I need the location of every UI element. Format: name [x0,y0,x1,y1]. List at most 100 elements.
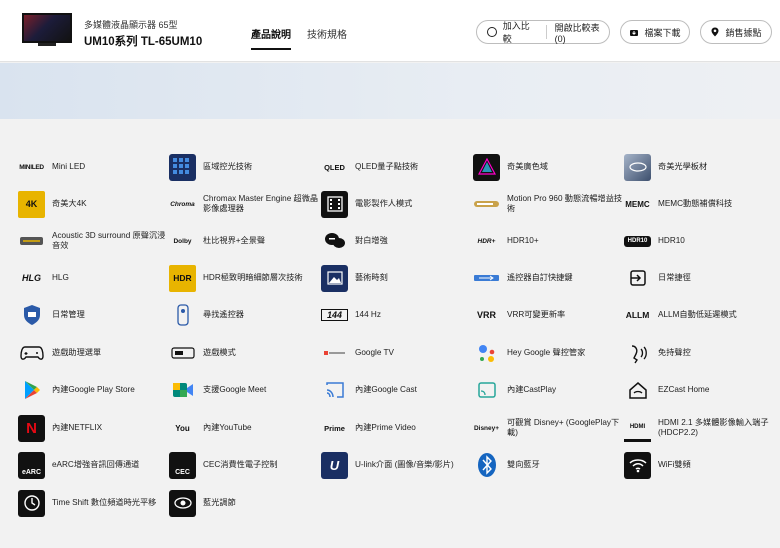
feature-item: 內建CastPlay [473,376,623,404]
feature-item: Motion Pro 960 動態流暢增益技術 [473,190,623,218]
local-dimming-icon [169,153,196,181]
netflix-icon: N [18,414,45,442]
feature-item: 日常捷徑 [624,264,774,292]
feature-label: QLED量子點技術 [355,161,419,171]
feature-label: Google TV [355,347,394,357]
feature-item: MINILED Mini LED [18,153,168,181]
wide-color-gamut-icon [473,153,500,181]
google-assistant-icon [473,340,500,367]
download-button[interactable]: 檔案下載 [620,20,690,44]
product-tabs: 產品說明 技術規格 [251,26,347,50]
feature-item: 免持聲控 [624,339,774,367]
compare-radio-icon[interactable] [487,27,497,37]
product-model: UM10系列 TL-65UM10 [84,36,203,48]
tv-shield-icon [18,302,45,329]
feature-item: 遊戲助理選單 [18,339,168,367]
allm-logo-icon: ALLM [625,310,650,320]
feature-item: Prime 內建Prime Video [321,414,471,442]
feature-item: 遙控器自訂快捷鍵 [473,264,623,292]
feature-label: 內建NETFLIX [52,422,103,432]
feature-label: 杜比視界+全景聲 [203,235,266,245]
qled-logo-icon: QLED [324,162,345,172]
google-meet-icon [169,377,196,404]
feature-label: EZCast Home [658,384,710,394]
feature-item: You 內建YouTube [169,414,319,442]
compare-control: 加入比較 開啟比較表(0) [476,20,610,44]
google-cast-icon [321,377,348,404]
feature-label: 支援Google Meet [203,384,267,394]
chromax-logo-icon: Chroma [170,200,195,208]
download-label: 檔案下載 [644,27,681,38]
feature-label: 藝術時刻 [355,272,388,282]
feature-label: 尋找遙控器 [203,309,244,319]
feature-label: 奇美廣色域 [507,161,548,171]
feature-item: Hey Google 聲控管家 [473,339,623,367]
feature-label: HDMI 2.1 多媒體影像輸入端子(HDCP2.2) [658,417,769,437]
feature-item: N 內建NETFLIX [18,414,168,442]
feature-label: 144 Hz [355,309,381,319]
feature-label: HLG [52,272,69,282]
feature-label: 內建Google Play Store [52,384,135,394]
disney-plus-logo-icon: Disney+ [473,424,500,432]
hdr10plus-logo-icon: HDR+ [477,237,496,245]
feature-label: 內建CastPlay [507,384,557,394]
feature-label: 日常捷徑 [658,272,691,282]
remote-shortcut-icon [473,265,500,292]
feature-label: Mini LED [52,161,86,171]
feature-label: 可觀賞 Disney+ (GooglePlay下載) [507,417,620,437]
feature-label: 區域控光技術 [203,161,253,171]
hlg-logo-icon: HLG [22,273,41,283]
memc-logo-icon: MEMC [625,199,650,209]
feature-item: eARC eARC增強音訊回傳通道 [18,451,168,479]
google-play-icon [18,377,45,404]
mini-led-logo-icon: MINILED [19,163,44,171]
tab-specs[interactable]: 技術規格 [307,26,347,50]
feature-item: Disney+ 可觀賞 Disney+ (GooglePlay下載) [473,414,623,442]
product-header: 多媒體液晶顯示器 65型 UM10系列 TL-65UM10 產品說明 技術規格 … [0,0,780,62]
feature-item: HDR HDR極致明暗細節層次技術 [169,264,319,292]
feature-item: 奇美廣色域 [473,153,623,181]
feature-item: 藍光調節 [169,489,319,517]
divider [545,25,547,39]
feature-item: Google TV [321,339,471,367]
feature-item: WiFi雙頻 [624,451,774,479]
feature-label: Motion Pro 960 動態流暢增益技術 [507,193,623,213]
feature-item: HDR+ HDR10+ [473,227,623,255]
feature-item: 支援Google Meet [169,376,319,404]
feature-item: 區域控光技術 [169,153,319,181]
location-pin-icon [711,27,719,37]
feature-item: 尋找遙控器 [169,301,319,329]
product-subtitle: 多媒體液晶顯示器 65型 [84,20,178,30]
google-tv-icon [321,340,348,367]
ezcast-home-icon [624,377,651,404]
feature-label: ALLM自動低延遲模式 [658,309,737,319]
feature-item: 4K 奇美大4K [18,190,168,218]
feature-label: 內建Google Cast [355,384,417,394]
feature-item: U U-link介面 (圖像/音樂/影片) [321,451,471,479]
feature-label: 雙向藍牙 [507,459,540,469]
feature-item: 電影製作人模式 [321,190,471,218]
hdmi-icon: HDMI [624,415,651,442]
feature-item: MEMC MEMC動態補償科技 [624,190,774,218]
feature-item: ALLM ALLM自動低延遲模式 [624,301,774,329]
store-locator-button[interactable]: 銷售據點 [700,20,772,44]
feature-item: QLED QLED量子點技術 [321,153,471,181]
feature-label: 內建Prime Video [355,422,416,432]
hero-banner [0,63,780,119]
feature-item: HDMI HDMI 2.1 多媒體影像輸入端子(HDCP2.2) [624,414,774,442]
daily-shortcut-icon [624,265,651,292]
feature-label: Acoustic 3D surround 原聲沉浸音效 [52,230,166,250]
acoustic-3d-icon [18,228,45,255]
compare-add-button[interactable]: 加入比較 [503,19,538,45]
feature-label: HDR極致明暗細節層次技術 [203,272,303,282]
feature-label: HDR10 [658,235,685,245]
feature-label: 對白增強 [355,235,388,245]
tv-stand [38,43,56,46]
gamepad-icon [18,340,45,367]
hands-free-voice-icon [624,340,651,367]
compare-open-button[interactable]: 開啟比較表(0) [555,21,609,44]
optical-panel-icon [624,153,651,181]
tab-description[interactable]: 產品說明 [251,26,291,50]
feature-label: CEC消費性電子控制 [203,459,278,469]
feature-item: VRR VRR可變更新率 [473,301,623,329]
